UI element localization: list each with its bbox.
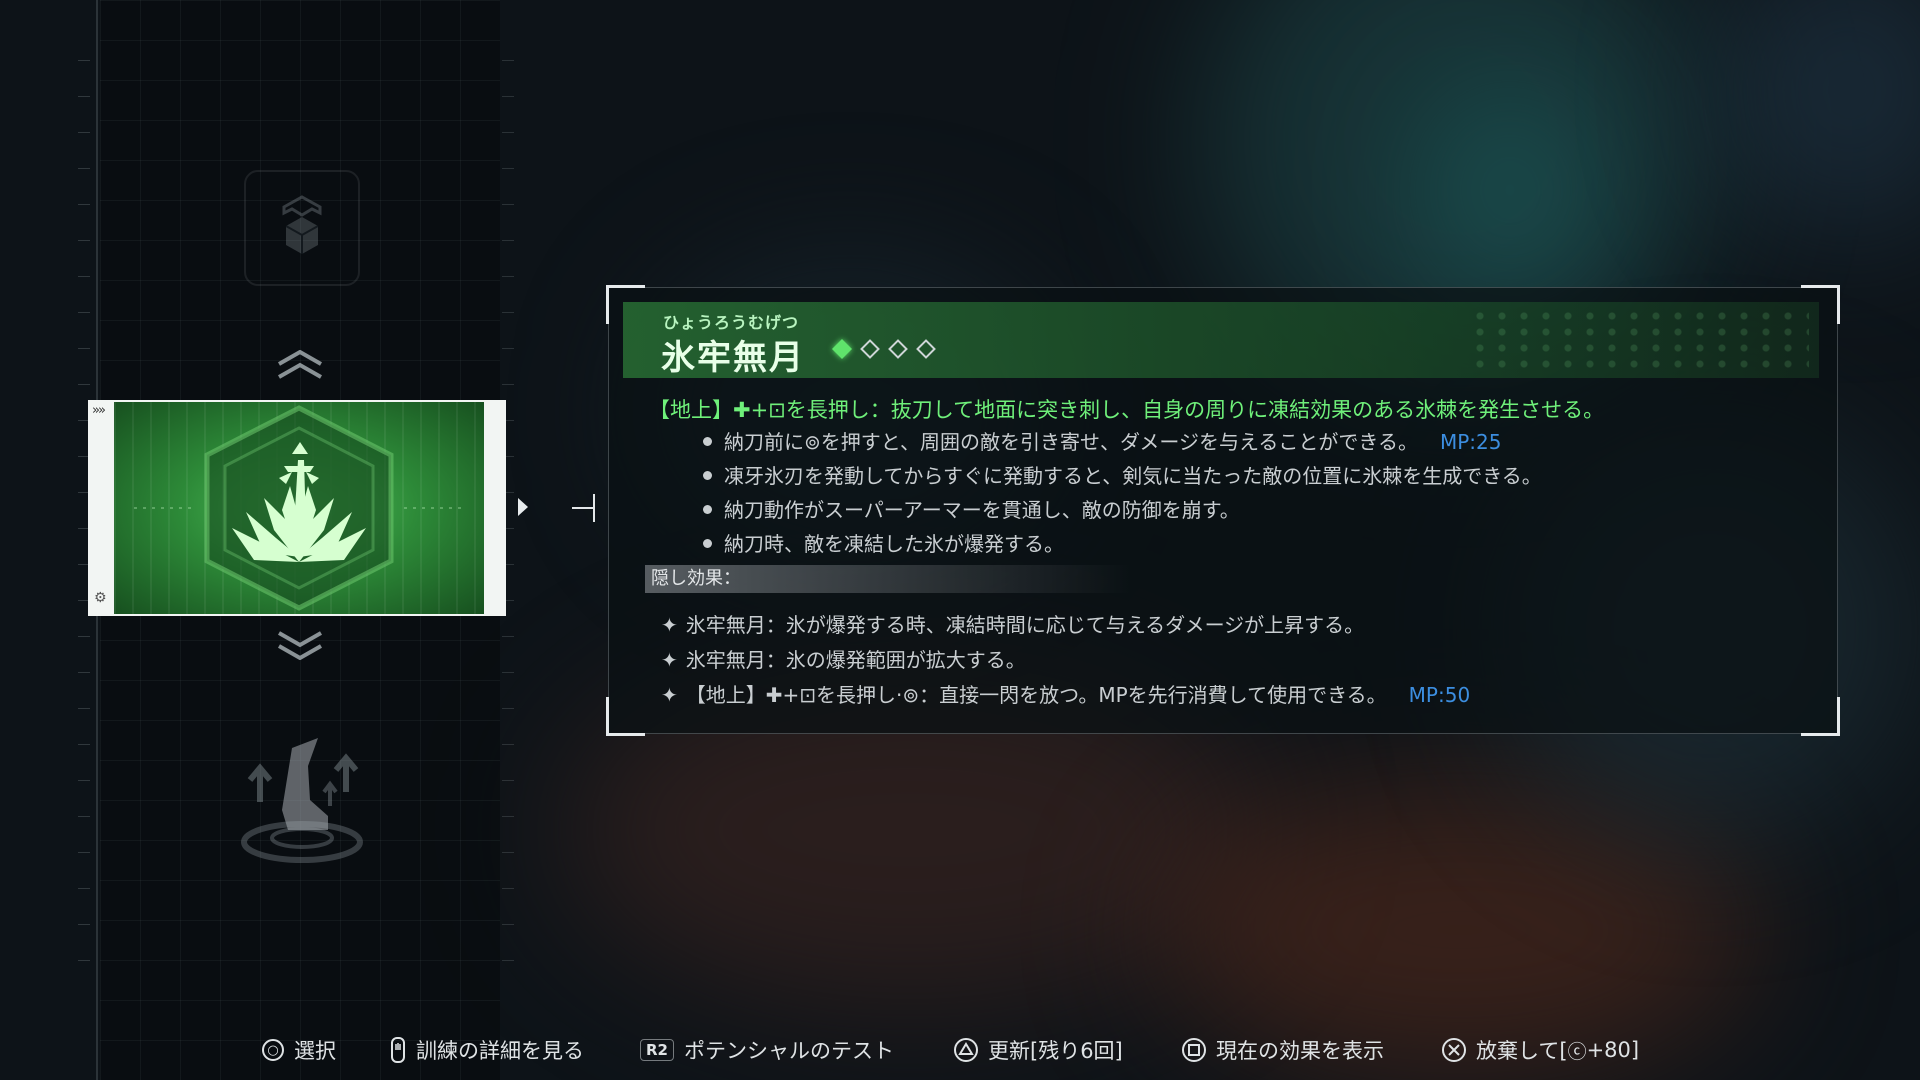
touchpad-button-icon bbox=[390, 1037, 406, 1063]
hint-select[interactable]: ○ 選択 bbox=[262, 1032, 336, 1068]
hint-discard-label: 放棄して[ bbox=[1476, 1039, 1568, 1063]
cube-icon bbox=[282, 195, 322, 254]
square-button-icon bbox=[1182, 1038, 1206, 1062]
sparkle-bullet-icon: ✦ bbox=[661, 613, 678, 637]
skill-level-diamonds bbox=[832, 339, 936, 359]
r2-button-icon: R2 bbox=[640, 1039, 674, 1061]
dash-boot-icon bbox=[241, 738, 363, 863]
level-diamond-empty-icon bbox=[860, 339, 880, 359]
scroll-up-chevron-icon[interactable] bbox=[275, 350, 325, 380]
panel-connector-icon bbox=[572, 494, 595, 522]
currency-icon: ⓒ bbox=[1567, 1040, 1587, 1063]
selected-skill-card[interactable]: »» ⚙ bbox=[88, 400, 506, 616]
control-hints-bar: ○ 選択 訓練の詳細を見る R2 ポテンシャルのテスト 更新[残り6回] 現在の… bbox=[0, 1032, 1920, 1068]
skill-slot-below[interactable] bbox=[232, 730, 372, 870]
skill-slot-above[interactable] bbox=[244, 170, 360, 286]
hint-details[interactable]: 訓練の詳細を見る bbox=[390, 1032, 584, 1068]
skill-detail-panel: ひょうろうむげつ 氷牢無月 【地上】✚+⊡を長押し：抜刀して地面に突き刺し、自身… bbox=[606, 285, 1840, 736]
effect-detail-item: 凍牙氷刃を発動してからすぐに発動すると、剣気に当たった敵の位置に氷棘を生成できる… bbox=[703, 459, 1542, 493]
hint-update-label: 更新[残り6回] bbox=[988, 1039, 1123, 1063]
effect-detail-text: 納刀前に⊚を押すと、周囲の敵を引き寄せ、ダメージを与えることができる。 bbox=[724, 430, 1418, 454]
effect-detail-text: 納刀時、敵を凍結した氷が爆発する。 bbox=[724, 532, 1064, 556]
hint-details-label: 訓練の詳細を見る bbox=[416, 1039, 584, 1063]
bullet-dot-icon bbox=[703, 505, 712, 514]
cross-button-icon bbox=[1442, 1038, 1466, 1062]
skill-name: 氷牢無月 bbox=[661, 338, 805, 378]
hidden-effect-text: 氷牢無月：氷が爆発する時、凍結時間に応じて与えるダメージが上昇する。 bbox=[685, 613, 1365, 637]
level-diamond-filled-icon bbox=[832, 339, 852, 359]
hidden-effect-item: ✦ 氷牢無月：氷の爆発範囲が拡大する。 bbox=[661, 643, 1470, 678]
effect-detail-text: 凍牙氷刃を発動してからすぐに発動すると、剣気に当たった敵の位置に氷棘を生成できる… bbox=[724, 464, 1542, 488]
bullet-dot-icon bbox=[703, 437, 712, 446]
hidden-effects-label: 隠し効果： bbox=[645, 565, 1131, 593]
hint-select-label: 選択 bbox=[294, 1039, 336, 1063]
effect-detail-text: 納刀動作がスーパーアーマーを貫通し、敵の防御を崩す。 bbox=[724, 498, 1240, 522]
header-pattern bbox=[1469, 308, 1809, 372]
hint-test-label: ポテンシャルのテスト bbox=[684, 1039, 894, 1063]
level-diamond-empty-icon bbox=[888, 339, 908, 359]
hidden-effects-list: ✦ 氷牢無月：氷が爆発する時、凍結時間に応じて与えるダメージが上昇する。 ✦ 氷牢無月… bbox=[661, 608, 1470, 713]
hint-discard[interactable]: 放棄して[ ⓒ +80] bbox=[1442, 1032, 1639, 1068]
panel-corner-bracket bbox=[606, 697, 645, 736]
sparkle-bullet-icon: ✦ bbox=[661, 683, 678, 707]
hint-update[interactable]: 更新[残り6回] bbox=[954, 1032, 1123, 1068]
effect-detail-item: 納刀前に⊚を押すと、周囲の敵を引き寄せ、ダメージを与えることができる。 MP:25 bbox=[703, 425, 1542, 459]
hint-current-effect-label: 現在の効果を表示 bbox=[1216, 1039, 1384, 1063]
ice-spike-flower-icon bbox=[134, 405, 464, 611]
effect-detail-item: 納刀動作がスーパーアーマーを貫通し、敵の防御を崩す。 bbox=[703, 493, 1542, 527]
mp-cost: MP:25 bbox=[1439, 430, 1502, 454]
main-effect: 【地上】✚+⊡を長押し：抜刀して地面に突き刺し、自身の周りに凍結効果のある氷棘を… bbox=[649, 398, 1605, 422]
hint-discard-value: +80] bbox=[1586, 1038, 1640, 1062]
hidden-effect-text: 氷牢無月：氷の爆発範囲が拡大する。 bbox=[685, 648, 1026, 672]
sparkle-bullet-icon: ✦ bbox=[661, 648, 678, 672]
hidden-effect-item: ✦ 氷牢無月：氷が爆発する時、凍結時間に応じて与えるダメージが上昇する。 bbox=[661, 608, 1470, 643]
card-corner-mark-icon: »» bbox=[92, 403, 106, 418]
scroll-down-chevron-icon[interactable] bbox=[275, 630, 325, 660]
triangle-button-icon bbox=[954, 1038, 978, 1062]
mp-cost: MP:50 bbox=[1408, 683, 1471, 707]
hint-test[interactable]: R2 ポテンシャルのテスト bbox=[640, 1032, 894, 1068]
skill-header: ひょうろうむげつ 氷牢無月 bbox=[623, 302, 1819, 378]
bullet-dot-icon bbox=[703, 539, 712, 548]
level-diamond-empty-icon bbox=[916, 339, 936, 359]
effect-detail-item: 納刀時、敵を凍結した氷が爆発する。 bbox=[703, 527, 1542, 561]
card-pointer-arrow-icon bbox=[518, 498, 528, 516]
hidden-effect-item: ✦ 【地上】✚+⊡を長押し·⊚：直接一閃を放つ。MPを先行消費して使用できる。 MP… bbox=[661, 678, 1470, 713]
effect-detail-list: 納刀前に⊚を押すと、周囲の敵を引き寄せ、ダメージを与えることができる。 MP:25… bbox=[703, 425, 1542, 561]
circle-button-icon: ○ bbox=[262, 1039, 284, 1061]
card-badge-icon: ⚙ bbox=[94, 590, 107, 606]
hidden-effect-text: 【地上】✚+⊡を長押し·⊚：直接一閃を放つ。MPを先行消費して使用できる。 bbox=[685, 683, 1387, 707]
panel-corner-bracket bbox=[1801, 697, 1840, 736]
bullet-dot-icon bbox=[703, 471, 712, 480]
hint-current-effect[interactable]: 現在の効果を表示 bbox=[1182, 1032, 1384, 1068]
